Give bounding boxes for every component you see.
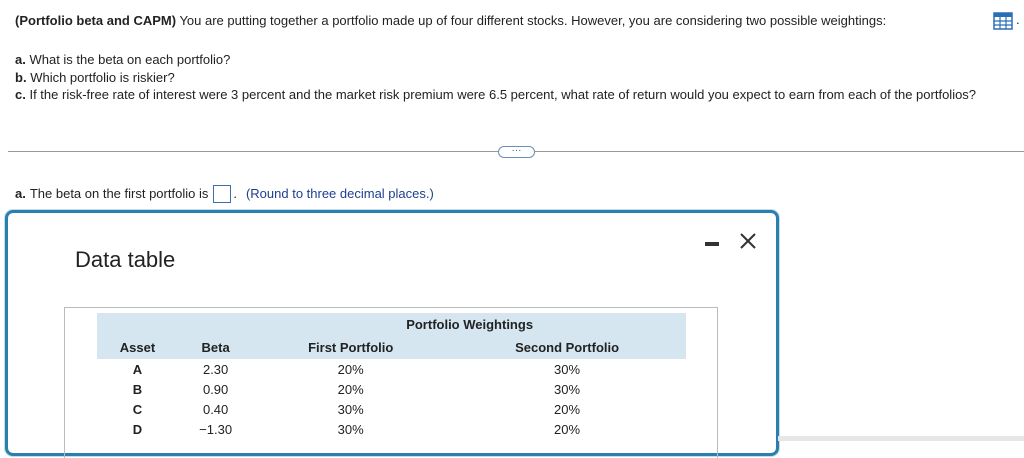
part-text: Which portfolio is riskier?	[30, 69, 175, 85]
first-weight-cell: 20%	[337, 381, 364, 397]
first-weight-cell: 30%	[337, 401, 364, 417]
question-trailing-period: .	[1016, 12, 1020, 27]
part-label: b.	[15, 69, 27, 85]
question-part-b: b. Which portfolio is riskier?	[15, 69, 1015, 87]
beta-cell: 2.30	[202, 361, 229, 377]
expand-button[interactable]: ···	[498, 146, 535, 158]
question-part-a: a. What is the beta on each portfolio?	[15, 51, 1015, 69]
dialog-title: Data table	[75, 247, 176, 272]
column-header-second-portfolio: Second Portfolio	[448, 336, 686, 359]
beta-answer-input[interactable]	[213, 185, 232, 203]
first-weight-cell: 20%	[337, 361, 364, 377]
rounding-hint: (Round to three decimal places.)	[245, 186, 434, 201]
question-intro-text: You are putting together a portfolio mad…	[179, 13, 887, 28]
question-heading: (Portfolio beta and CAPM)	[15, 13, 177, 28]
question-part-c: c. If the risk-free rate of interest wer…	[15, 86, 1015, 104]
second-weight-cell: 20%	[554, 421, 581, 437]
group-header: Portfolio Weightings	[253, 313, 686, 336]
answer-text: The beta on the first portfolio is	[29, 186, 209, 201]
bottom-scroll-track	[778, 436, 1024, 441]
table-row: A 2.30 20% 30%	[97, 359, 686, 379]
portfolio-data-table: Portfolio Weightings Asset Beta First Po…	[97, 313, 686, 439]
asset-cell: A	[132, 361, 143, 377]
part-label: a.	[15, 52, 26, 67]
answer-label: a.	[15, 186, 26, 201]
question-parts: a. What is the beta on each portfolio? b…	[15, 51, 1015, 104]
column-header-beta: Beta	[178, 336, 254, 359]
table-group-header-row: Portfolio Weightings	[97, 313, 686, 336]
second-weight-cell: 20%	[554, 401, 581, 417]
part-text: What is the beta on each portfolio?	[29, 52, 231, 67]
column-header-first-portfolio: First Portfolio	[253, 336, 449, 359]
second-weight-cell: 30%	[554, 381, 581, 397]
minimize-icon[interactable]	[705, 242, 719, 246]
question-intro: (Portfolio beta and CAPM) You are puttin…	[15, 12, 1015, 29]
answer-period: .	[233, 186, 237, 201]
beta-cell: −1.30	[199, 421, 233, 437]
beta-cell: 0.90	[202, 381, 229, 397]
grid-table-icon[interactable]	[993, 12, 1013, 30]
part-label: c.	[15, 87, 26, 102]
data-table-frame: Portfolio Weightings Asset Beta First Po…	[64, 307, 718, 458]
column-header-asset: Asset	[97, 336, 178, 359]
asset-cell: C	[132, 401, 143, 417]
table-row: B 0.90 20% 30%	[97, 379, 686, 399]
close-icon[interactable]	[738, 231, 758, 251]
table-header-row: Asset Beta First Portfolio Second Portfo…	[97, 336, 686, 359]
asset-cell: D	[132, 421, 143, 437]
part-text: If the risk-free rate of interest were 3…	[29, 87, 977, 102]
beta-cell: 0.40	[202, 401, 229, 417]
table-row: C 0.40 30% 20%	[97, 399, 686, 419]
table-row: D −1.30 30% 20%	[97, 419, 686, 439]
asset-cell: B	[132, 381, 143, 397]
data-table-dialog: Data table Portfolio Weightings Asset Be…	[5, 210, 779, 458]
second-weight-cell: 30%	[554, 361, 581, 377]
first-weight-cell: 30%	[337, 421, 364, 437]
answer-line: a. The beta on the first portfolio is . …	[15, 185, 434, 203]
